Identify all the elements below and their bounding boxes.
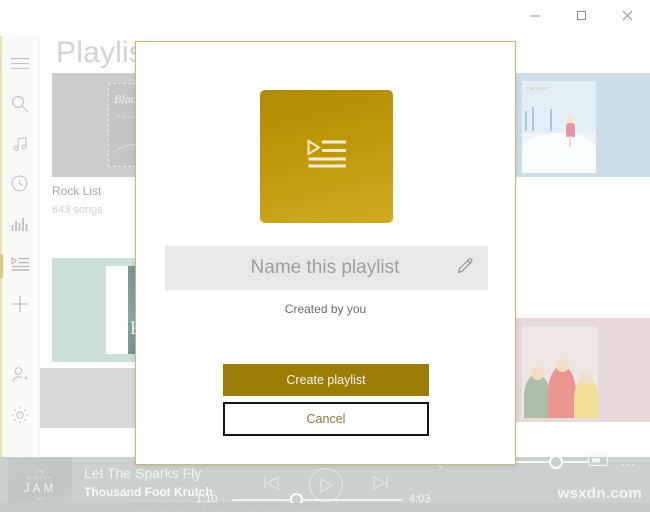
create-playlist-button[interactable]: Create playlist [223,364,429,396]
playlist-artwork-placeholder[interactable] [260,90,393,223]
create-playlist-dialog: Name this playlist Created by you Create… [135,41,516,465]
playlist-name-field[interactable]: Name this playlist [165,246,488,290]
playlist-icon [307,139,347,174]
created-by-label: Created by you [284,302,367,316]
music-app-window: Playlists + New playlist Black STORIES O… [0,0,650,512]
pencil-icon[interactable] [457,257,474,279]
playlist-name-placeholder: Name this playlist [250,257,400,278]
cancel-button[interactable]: Cancel [223,402,429,436]
